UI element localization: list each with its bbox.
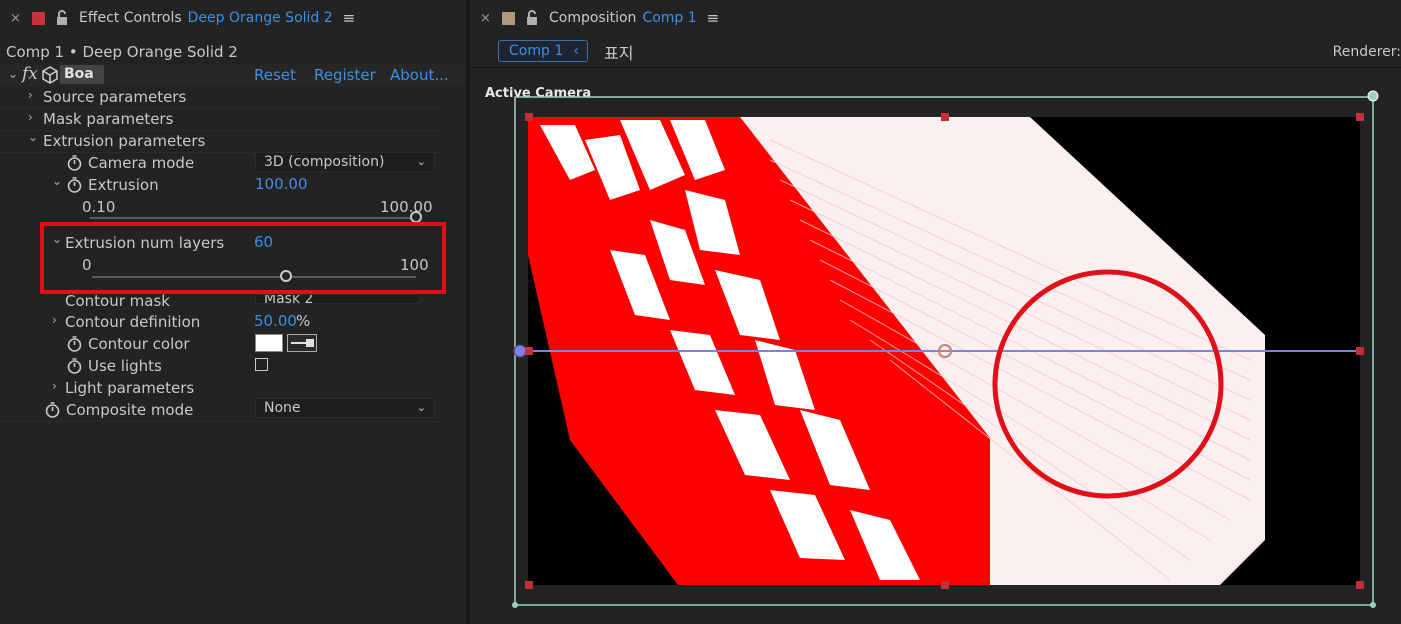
eyedropper-icon[interactable] [287, 334, 317, 352]
group-label: Source parameters [43, 88, 187, 106]
bounds-corner-handle[interactable] [512, 602, 518, 608]
layer-color-swatch [32, 11, 45, 25]
dropdown-value: Mask 2 [264, 294, 314, 304]
effect-name[interactable]: Boa [60, 65, 104, 84]
bounds-corner-handle[interactable] [1367, 90, 1379, 102]
group-light-parameters[interactable]: › Light parameters [0, 377, 466, 399]
chevron-down-icon[interactable]: ⌄ [8, 67, 18, 81]
group-mask-parameters[interactable]: › Mask parameters [0, 108, 466, 130]
stopwatch-icon[interactable] [67, 357, 82, 374]
use-lights-checkbox[interactable] [255, 358, 268, 371]
camera-mode-dropdown[interactable]: 3D (composition) ⌄ [255, 152, 435, 172]
cube-icon [42, 66, 58, 84]
stopwatch-icon[interactable] [67, 176, 82, 193]
chevron-down-icon[interactable]: ⌄ [52, 174, 62, 188]
panel-menu-icon[interactable]: ≡ [343, 9, 356, 27]
chevron-down-icon[interactable]: ⌄ [28, 130, 38, 144]
extrusion-value[interactable]: 100.00 [255, 175, 308, 193]
renderer-label[interactable]: Renderer: [1333, 44, 1401, 60]
contour-definition-row: › Contour definition 50.00 % [0, 311, 466, 333]
row-divider [0, 421, 442, 422]
group-label: Mask parameters [43, 110, 174, 128]
breadcrumb-text: Comp 1 • Deep Orange Solid 2 [6, 43, 238, 61]
row-divider [0, 130, 442, 131]
header-divider [470, 67, 1401, 68]
group-label: Light parameters [65, 379, 195, 397]
panel-menu-icon[interactable]: ≡ [707, 9, 720, 27]
effect-controls-tab[interactable]: × Effect Controls Deep Orange Solid 2 ≡ [0, 0, 466, 36]
slider-min: 0.10 [82, 198, 116, 216]
lock-icon[interactable] [525, 10, 539, 26]
extrusion-slider-track[interactable] [90, 217, 416, 219]
chevron-right-icon[interactable]: › [52, 313, 57, 327]
tab-comp-name[interactable]: Comp 1 [642, 10, 696, 26]
comp-color-swatch [502, 11, 515, 25]
composition-panel: × Composition Comp 1 ≡ Comp 1 ‹ 표지 Rende… [470, 0, 1401, 624]
unit-label: % [296, 312, 311, 330]
close-tab-button[interactable]: × [480, 11, 494, 26]
dropdown-value: None [264, 400, 301, 416]
about-link[interactable]: About... [390, 66, 449, 84]
stopwatch-icon[interactable] [67, 154, 82, 171]
contour-definition-value[interactable]: 50.00 [254, 312, 297, 330]
axis-handle-left[interactable] [513, 344, 527, 358]
comp-viewer[interactable] [470, 80, 1401, 624]
bounds-corner-handle[interactable] [1370, 602, 1376, 608]
contour-mask-dropdown[interactable]: Mask 2 [255, 294, 420, 304]
param-label: Contour color [88, 335, 190, 353]
slider-max: 100.00 [380, 198, 433, 216]
effect-controls-panel: × Effect Controls Deep Orange Solid 2 ≡ … [0, 0, 466, 624]
tab-title: Effect Controls [79, 10, 182, 26]
group-label: Extrusion parameters [43, 132, 206, 150]
dropdown-value: 3D (composition) [264, 154, 385, 170]
param-label: Use lights [88, 357, 162, 375]
register-link[interactable]: Register [314, 66, 376, 84]
comp-navigator-item[interactable]: 표지 [604, 40, 633, 64]
composite-mode-dropdown[interactable]: None ⌄ [255, 398, 435, 418]
row-divider [0, 108, 442, 109]
stopwatch-icon[interactable] [67, 335, 82, 352]
param-label: Composite mode [66, 401, 194, 419]
comp-tab-label: Comp 1 [509, 43, 564, 59]
lock-icon[interactable] [55, 10, 69, 26]
use-lights-row: Use lights [0, 355, 466, 377]
highlight-annotation [40, 222, 446, 294]
stopwatch-icon[interactable] [45, 401, 60, 418]
reset-link[interactable]: Reset [254, 66, 296, 84]
contour-color-swatch[interactable] [255, 334, 283, 352]
param-label: Camera mode [88, 154, 195, 172]
effect-header-row[interactable]: ⌄ fx Boa Reset Register About... [0, 64, 466, 86]
chevron-down-icon: ⌄ [416, 155, 426, 168]
extrusion-row: ⌄ Extrusion 100.00 [0, 174, 466, 196]
group-extrusion-parameters[interactable]: ⌄ Extrusion parameters [0, 130, 466, 152]
chevron-right-icon[interactable]: › [52, 379, 57, 393]
back-arrow-icon[interactable]: ‹ [573, 41, 579, 61]
group-source-parameters[interactable]: › Source parameters [0, 86, 466, 108]
param-label: Extrusion [88, 176, 159, 194]
chevron-down-icon: ⌄ [416, 401, 426, 414]
chevron-right-icon[interactable]: › [28, 110, 33, 124]
contour-color-row: Contour color [0, 333, 466, 355]
fx-icon[interactable]: fx [22, 64, 38, 84]
close-tab-button[interactable]: × [10, 11, 24, 26]
tab-title: Composition [549, 10, 637, 26]
composition-tab[interactable]: × Composition Comp 1 ≡ [470, 0, 1401, 36]
row-divider [0, 152, 442, 153]
tab-layer-name[interactable]: Deep Orange Solid 2 [188, 10, 333, 26]
param-label: Contour definition [65, 313, 201, 331]
param-label: Contour mask [65, 292, 170, 310]
breadcrumb: Comp 1 • Deep Orange Solid 2 [0, 41, 466, 63]
comp-navigator-tab[interactable]: Comp 1 ‹ [498, 40, 588, 62]
chevron-right-icon[interactable]: › [28, 88, 33, 102]
extrusion-range-row: 0.10 100.00 [0, 196, 466, 218]
